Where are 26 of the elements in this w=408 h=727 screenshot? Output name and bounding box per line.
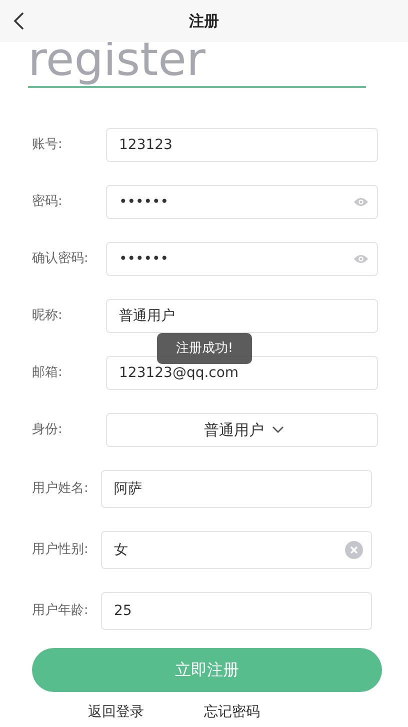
field-label: 用户年龄: bbox=[32, 602, 90, 620]
link[interactable]: 返回登录 bbox=[88, 702, 144, 723]
link[interactable]: 忘记密码 bbox=[204, 702, 260, 723]
field-label: 邮箱: bbox=[32, 364, 64, 382]
input-field[interactable]: 普通用户 bbox=[106, 299, 378, 333]
field-label: 密码: bbox=[32, 193, 64, 212]
clear-icon[interactable] bbox=[345, 541, 363, 559]
input-field[interactable]: •••••• bbox=[106, 185, 378, 219]
input-field[interactable]: 阿萨 bbox=[101, 470, 372, 508]
page-title: 注册 bbox=[189, 10, 219, 32]
chevron-down-icon bbox=[272, 426, 284, 434]
role-select[interactable]: 普通用户 bbox=[106, 413, 378, 447]
field-label: 身份: bbox=[32, 421, 64, 440]
toast-message: 注册成功! bbox=[157, 333, 252, 364]
eye-icon[interactable] bbox=[353, 197, 369, 207]
field-label: 确认密码: bbox=[32, 250, 90, 268]
back-button[interactable] bbox=[12, 11, 26, 32]
field-label: 用户姓名: bbox=[32, 480, 90, 498]
input-field[interactable]: 123123 bbox=[106, 128, 378, 162]
input-field[interactable]: 女 bbox=[101, 531, 372, 569]
field-label: 账号: bbox=[32, 136, 64, 154]
field-label: 昵称: bbox=[32, 307, 64, 326]
field-label: 用户性别: bbox=[32, 541, 90, 560]
input-field[interactable]: 25 bbox=[101, 592, 372, 630]
input-field[interactable]: •••••• bbox=[106, 242, 378, 276]
eye-icon[interactable] bbox=[353, 254, 369, 264]
